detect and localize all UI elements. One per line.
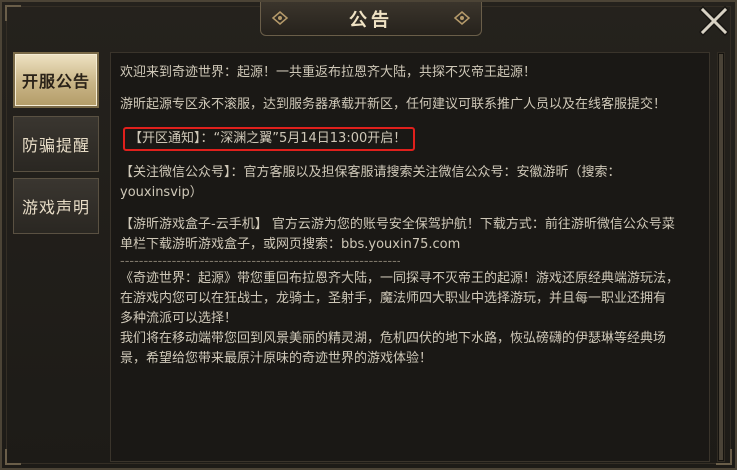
- server-info-text: 游昕起源专区永不滚服，达到服务器承载开新区，任何建议可联系推广人员以及在线客服提…: [120, 97, 667, 112]
- corner-ornament: [5, 449, 21, 465]
- close-button[interactable]: [698, 5, 730, 37]
- cloud-phone-line1: 【游昕游戏盒子-云手机】 官方云游为您的账号安全保驾护航！下载方式：前往游昕微信…: [120, 217, 675, 232]
- wechat-text: 【关注微信公众号】：官方客服以及担保客服请搜索关注微信公众号：安徽游昕（搜索： …: [120, 163, 700, 203]
- wechat-text-line2: youxinsvip）: [120, 185, 203, 200]
- announcement-content: 欢迎来到奇迹世界：起源！一共重返布拉恩齐大陆，共探不灭帝王起源！ 游昕起源专区永…: [110, 52, 710, 462]
- game-intro-line3: 多种流派可以选择！: [120, 311, 238, 326]
- game-intro-line2: 在游戏内您可以在狂战士，龙骑士，圣射手，魔法师四大职业中选择游玩，并且每一职业还…: [120, 291, 667, 306]
- tab-label: 游戏声明: [21, 198, 90, 217]
- wechat-text-line1: 【关注微信公众号】：官方客服以及担保客服请搜索关注微信公众号：安徽游昕（搜索：: [120, 165, 621, 180]
- corner-ornament: [5, 5, 21, 21]
- tab-label: 开服公告: [21, 72, 90, 91]
- tab-label: 防骗提醒: [21, 136, 90, 155]
- game-intro-line4: 我们将在移动端带您回到风景美丽的精灵湖，危机四伏的地下水路，恢弘磅礴的伊瑟琳等经…: [120, 331, 667, 346]
- cloud-phone-line2: 单栏下载游昕游戏盒子，或网页搜索：bbs.youxin75.com: [120, 237, 461, 252]
- title-ornament-icon: [453, 11, 471, 25]
- game-intro-line1: 《奇迹世界：起源》带您重回布拉恩齐大陆，一同探寻不灭帝王的起源！游戏还原经典端游…: [120, 271, 680, 286]
- game-intro-line5: 景，希望给您带来最原汁原味的奇迹世界的游戏体验！: [120, 351, 433, 366]
- tab-game-statement[interactable]: 游戏声明: [13, 178, 99, 234]
- cloud-phone-text: 【游昕游戏盒子-云手机】 官方云游为您的账号安全保驾护航！下载方式：前往游昕微信…: [120, 215, 700, 255]
- title-ornament-icon: [271, 11, 289, 25]
- welcome-text: 欢迎来到奇迹世界：起源！一共重返布拉恩齐大陆，共探不灭帝王起源！: [120, 65, 537, 80]
- scrollbar[interactable]: [717, 52, 725, 462]
- game-intro-text: 《奇迹世界：起源》带您重回布拉恩齐大陆，一同探寻不灭帝王的起源！游戏还原经典端游…: [120, 269, 700, 369]
- tab-server-announcement[interactable]: 开服公告: [13, 52, 99, 108]
- scrollbar-thumb[interactable]: [719, 54, 723, 460]
- close-x-icon: [698, 5, 730, 37]
- announcement-window: 公告 开服公告 防骗提醒 游戏声明 欢迎来到奇迹世界：起源！一共重返布拉恩齐大陆…: [0, 0, 737, 470]
- divider: ----------------------------------------…: [120, 255, 400, 269]
- window-title: 公告: [349, 9, 393, 31]
- title-plate: 公告: [260, 2, 482, 36]
- server-open-notice: 【开区通知】：“深渊之翼”5月14日13:00开启！: [123, 127, 416, 151]
- tab-fraud-warning[interactable]: 防骗提醒: [13, 116, 99, 172]
